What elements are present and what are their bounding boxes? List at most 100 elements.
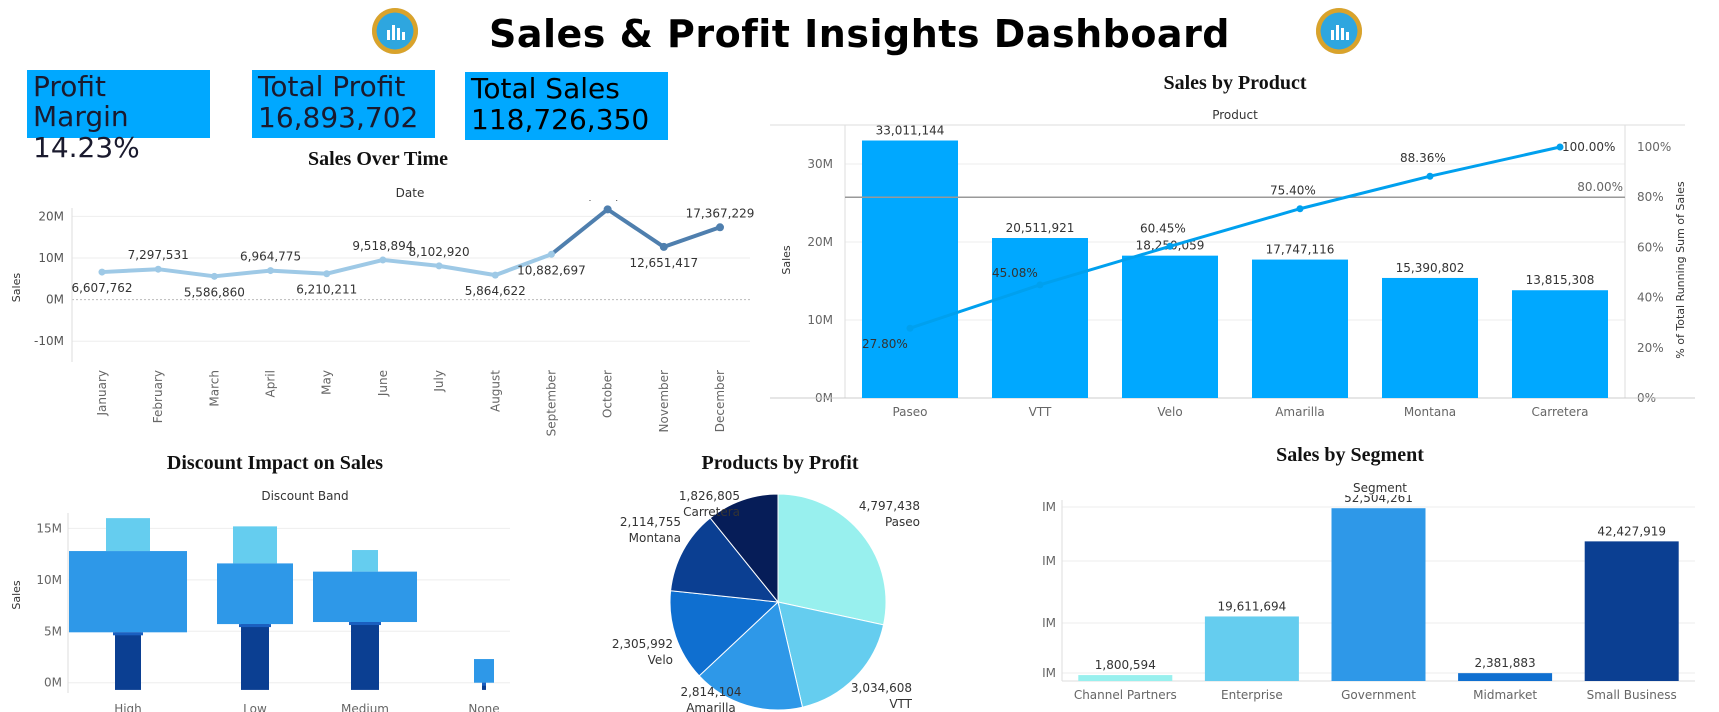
data-point [154, 265, 162, 273]
y2-axis-label: % of Total Running Sum of Sales [1674, 181, 1687, 359]
series-line-segment [661, 225, 722, 249]
x-tick-label: Enterprise [1221, 688, 1283, 702]
slice-name-label: Amarilla [686, 701, 736, 712]
bar-box-edge [349, 622, 381, 626]
bar [1382, 277, 1478, 398]
bar-box [69, 551, 187, 633]
x-tick-label: July [432, 370, 446, 393]
bar-box [313, 571, 417, 623]
x-tick-label: Carretera [1532, 405, 1589, 419]
data-point [716, 223, 724, 232]
x-tick-label: Montana [1404, 405, 1456, 419]
bar [1078, 675, 1173, 681]
data-label: 7,297,531 [128, 248, 189, 262]
series-line-segment [100, 267, 161, 275]
x-tick-label: April [264, 370, 278, 397]
data-label: 6,210,211 [296, 283, 357, 297]
sales-by-segment-chart: IM IM IM IM 1,800,594 Channel Partners 19,611,… [1042, 495, 1695, 702]
data-point [659, 242, 668, 251]
data-label: 17,367,229 [686, 206, 755, 220]
x-tick-label: Amarilla [1275, 405, 1325, 419]
data-label: 5,586,860 [184, 285, 245, 299]
running-sum-label: 100.00% [1562, 140, 1615, 154]
bar-chart-badge-icon [372, 8, 418, 54]
chart-title-sales-by-product: Sales by Product [1163, 72, 1307, 94]
x-tick-label: High [114, 702, 142, 712]
chart-header-discount-band: Discount Band [261, 489, 349, 503]
running-sum-point [1166, 242, 1174, 250]
x-tick-label: Government [1341, 688, 1416, 702]
slice-value-label: 2,305,992 [612, 637, 673, 651]
running-sum-label: 75.40% [1270, 184, 1316, 198]
y-tick-label: 30M [807, 157, 833, 171]
y-tick-label: 10M [38, 251, 64, 265]
bar [1122, 255, 1218, 398]
bar-bottom-segment [241, 624, 269, 690]
data-label: 6,607,762 [71, 281, 132, 295]
x-tick-label: VTT [1029, 405, 1052, 419]
slice-name-label: Carretera [683, 505, 740, 519]
running-sum-label: 45.08% [992, 266, 1038, 280]
y-tick-label: 0M [46, 293, 64, 307]
x-tick-label: Small Business [1587, 688, 1677, 702]
y-tick-label: IM [1042, 500, 1056, 514]
y-tick-label: 10M [807, 313, 833, 327]
data-label: 21,671,431 [573, 200, 642, 202]
x-tick-label: None [468, 702, 499, 712]
running-sum-point [1036, 281, 1044, 289]
kpi-total-sales: Total Sales 118,726,350 [465, 72, 668, 140]
series-line-segment [268, 268, 329, 276]
bar-value-label: 2,381,883 [1475, 656, 1536, 670]
bar-bottom-segment [351, 622, 379, 690]
kpi-value: 14.23% [33, 131, 140, 164]
data-point [267, 267, 275, 275]
bar-value-label: 1,800,594 [1095, 658, 1156, 672]
y-tick-label: IM [1042, 666, 1056, 680]
slice-name-label: Paseo [885, 515, 920, 529]
y-tick-label: 20M [38, 209, 64, 223]
series-line-segment [324, 257, 385, 276]
sales-over-time-chart: Sales 20M 10M 0M -10M 6,607,762 January 7,297,5… [10, 200, 755, 436]
bar-box [217, 563, 293, 625]
y2-tick-label: 60% [1637, 240, 1664, 254]
x-tick-label: May [320, 370, 334, 395]
y-tick-label: 0M [44, 676, 62, 690]
slice-value-label: 4,797,438 [859, 499, 920, 513]
x-tick-label: June [376, 370, 390, 397]
data-label: 8,102,920 [409, 245, 470, 259]
bar-value-label: 19,611,694 [1218, 599, 1287, 613]
x-tick-label: Medium [341, 702, 389, 712]
data-point [379, 256, 387, 264]
bar-box [474, 659, 494, 683]
data-label: 9,518,894 [352, 239, 413, 253]
y2-tick-label: 80% [1637, 190, 1664, 204]
kpi-value: 118,726,350 [471, 103, 650, 136]
x-tick-label: February [151, 370, 165, 423]
kpi-profit-margin: Profit Margin 14.23% [27, 70, 210, 164]
running-sum-label: 27.80% [862, 337, 908, 351]
reference-label: 80.00% [1577, 180, 1623, 194]
bar-top-segment [352, 550, 378, 572]
slice-value-label: 1,826,805 [679, 489, 740, 503]
series-line-segment [605, 207, 666, 249]
bar-value-label: 17,747,116 [1266, 243, 1335, 257]
data-point [98, 268, 106, 276]
bar-box-edge [239, 624, 271, 628]
y-axis-label: Sales [10, 273, 23, 303]
x-tick-label: Channel Partners [1074, 688, 1177, 702]
kpi-total-profit: Total Profit 16,893,702 [252, 70, 435, 138]
slice-value-label: 2,814,104 [680, 685, 741, 699]
running-sum-point [1426, 172, 1434, 180]
bar [1512, 290, 1608, 398]
chart-title-sales-by-segment: Sales by Segment [1276, 444, 1424, 466]
y2-tick-label: 100% [1637, 140, 1671, 154]
running-sum-label: 60.45% [1140, 221, 1186, 235]
data-point [323, 270, 331, 278]
data-label: 6,964,775 [240, 250, 301, 264]
x-tick-label: Velo [1157, 405, 1182, 419]
slice-name-label: VTT [889, 697, 912, 711]
x-tick-label: Midmarket [1473, 688, 1537, 702]
data-label: 5,864,622 [465, 284, 526, 298]
slice-name-label: Montana [629, 531, 681, 545]
y-tick-label: 20M [807, 235, 833, 249]
